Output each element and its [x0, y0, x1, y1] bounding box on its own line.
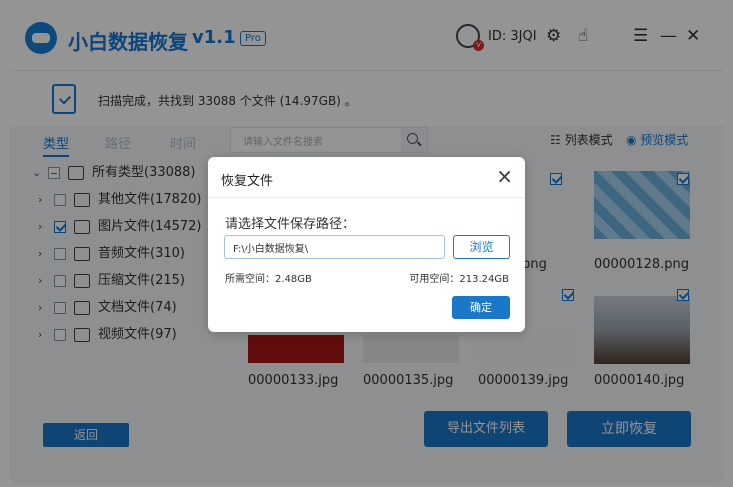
save-path-input[interactable]	[224, 235, 445, 259]
save-path-label: 请选择文件保存路径：	[225, 217, 356, 232]
confirm-button[interactable]: 确定	[452, 296, 510, 319]
dialog-header: 恢复文件 ×	[208, 157, 525, 198]
recover-files-dialog: 恢复文件 × 请选择文件保存路径： 浏览 所需空间：2.48GB 可用空间：21…	[208, 157, 525, 332]
available-space: 可用空间：213.24GB	[409, 274, 509, 285]
browse-button[interactable]: 浏览	[453, 235, 510, 259]
required-space: 所需空间：2.48GB	[225, 274, 312, 285]
close-icon[interactable]: ×	[496, 165, 513, 187]
dialog-title: 恢复文件	[221, 174, 274, 189]
